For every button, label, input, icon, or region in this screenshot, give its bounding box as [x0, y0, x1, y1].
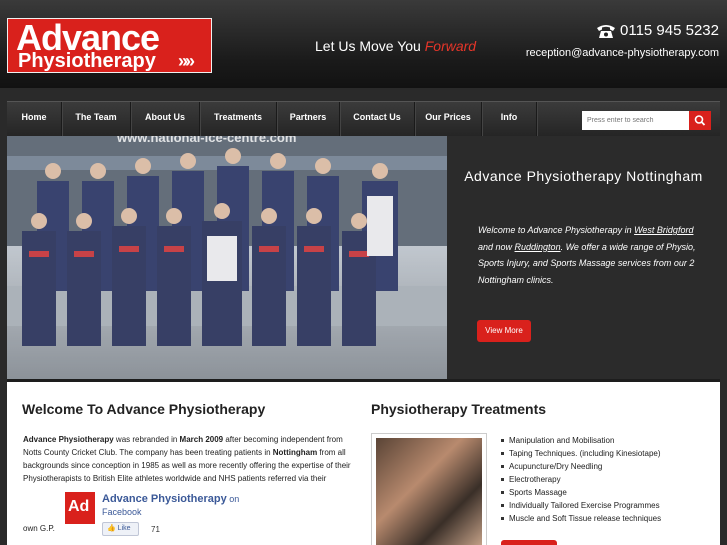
welcome-text-1: was rebranded in — [113, 435, 180, 444]
tagline-accent: Forward — [424, 38, 477, 54]
site-header: Advance Physiotherapy »» Let Us Move You… — [0, 0, 727, 88]
treatments-more-button[interactable] — [501, 540, 557, 545]
hero-panel: Advance Physiotherapy Nottingham Welcome… — [447, 136, 720, 379]
nav-partners[interactable]: Partners — [277, 102, 340, 137]
team-photo-illustration: www.national-ice-centre.com — [7, 136, 447, 379]
facebook-page-name: Advance Physiotherapy — [102, 493, 227, 505]
treatment-photo-image — [376, 438, 482, 545]
site-logo[interactable]: Advance Physiotherapy »» — [7, 18, 212, 73]
team-photo: www.national-ice-centre.com — [7, 136, 447, 379]
nav-about-us[interactable]: About Us — [131, 102, 200, 137]
facebook-label[interactable]: Facebook — [102, 507, 142, 517]
hero-title: Advance Physiotherapy Nottingham — [464, 168, 703, 184]
hero-text-2: and now — [478, 241, 515, 252]
list-item: Taping Techniques. (including Kinesiotap… — [501, 447, 661, 460]
search-icon — [694, 115, 706, 126]
logo-chevrons: »» — [178, 51, 195, 71]
hero-text: Welcome to Advance Physiotherapy in West… — [478, 222, 703, 288]
link-west-bridgford[interactable]: West Bridgford — [634, 225, 693, 235]
search-button[interactable] — [689, 111, 711, 130]
logo-text-physiotherapy: Physiotherapy — [18, 50, 156, 72]
facebook-like-button[interactable]: 👍 Like — [102, 522, 139, 536]
search-input[interactable] — [582, 111, 689, 130]
like-count: 71 — [151, 525, 160, 534]
list-item: Muscle and Soft Tissue release technique… — [501, 512, 661, 525]
treatments-heading: Physiotherapy Treatments — [371, 401, 547, 417]
list-item: Manipulation and Mobilisation — [501, 434, 661, 447]
tagline-main: Let Us Move You — [315, 38, 425, 54]
list-item: Individually Tailored Exercise Programme… — [501, 499, 661, 512]
nav-the-team[interactable]: The Team — [62, 102, 131, 137]
main-nav: Home The Team About Us Treatments Partne… — [7, 101, 720, 137]
welcome-bold-1: Advance Physiotherapy — [23, 435, 114, 444]
welcome-bold-2: March 2009 — [179, 435, 224, 444]
thumbs-up-icon: 👍 — [107, 525, 116, 532]
nav-info[interactable]: Info — [482, 102, 537, 137]
photo-banner-text: www.national-ice-centre.com — [116, 136, 296, 145]
list-item: Electrotherapy — [501, 473, 661, 486]
welcome-heading: Welcome To Advance Physiotherapy — [22, 401, 266, 417]
own-gp-text: own G.P. — [23, 524, 55, 533]
hero-text-1: Welcome to Advance Physiotherapy in — [478, 225, 635, 235]
welcome-paragraph: Advance Physiotherapy was rebranded in M… — [23, 433, 355, 485]
facebook-page-avatar[interactable]: Ad — [65, 492, 95, 524]
facebook-on: on — [226, 494, 240, 504]
facebook-page-link[interactable]: Advance Physiotherapy on — [102, 493, 239, 505]
like-label: Like — [117, 525, 131, 532]
phone-number: 0115 945 5232 — [596, 22, 719, 39]
facebook-avatar-text: Ad — [68, 498, 90, 515]
view-more-button[interactable]: View More — [477, 320, 531, 342]
nav-contact-us[interactable]: Contact Us — [340, 102, 415, 137]
treatments-list: Manipulation and Mobilisation Taping Tec… — [501, 434, 661, 525]
list-item: Acupuncture/Dry Needling — [501, 460, 661, 473]
hero-section: www.national-ice-centre.com Advance Phys… — [7, 136, 720, 379]
tagline: Let Us Move You Forward — [315, 38, 476, 54]
content-section: Welcome To Advance Physiotherapy Advance… — [7, 379, 720, 545]
nav-home[interactable]: Home — [7, 102, 62, 137]
nav-treatments[interactable]: Treatments — [200, 102, 277, 137]
phone-icon — [597, 24, 615, 38]
welcome-bold-3: Nottingham — [272, 448, 318, 457]
link-ruddington[interactable]: Ruddington — [515, 242, 561, 252]
list-item: Sports Massage — [501, 486, 661, 499]
nav-our-prices[interactable]: Our Prices — [415, 102, 482, 137]
phone-text: 0115 945 5232 — [620, 22, 719, 39]
email-link[interactable]: reception@advance-physiotherapy.com — [526, 47, 719, 59]
treatment-photo — [371, 433, 487, 545]
